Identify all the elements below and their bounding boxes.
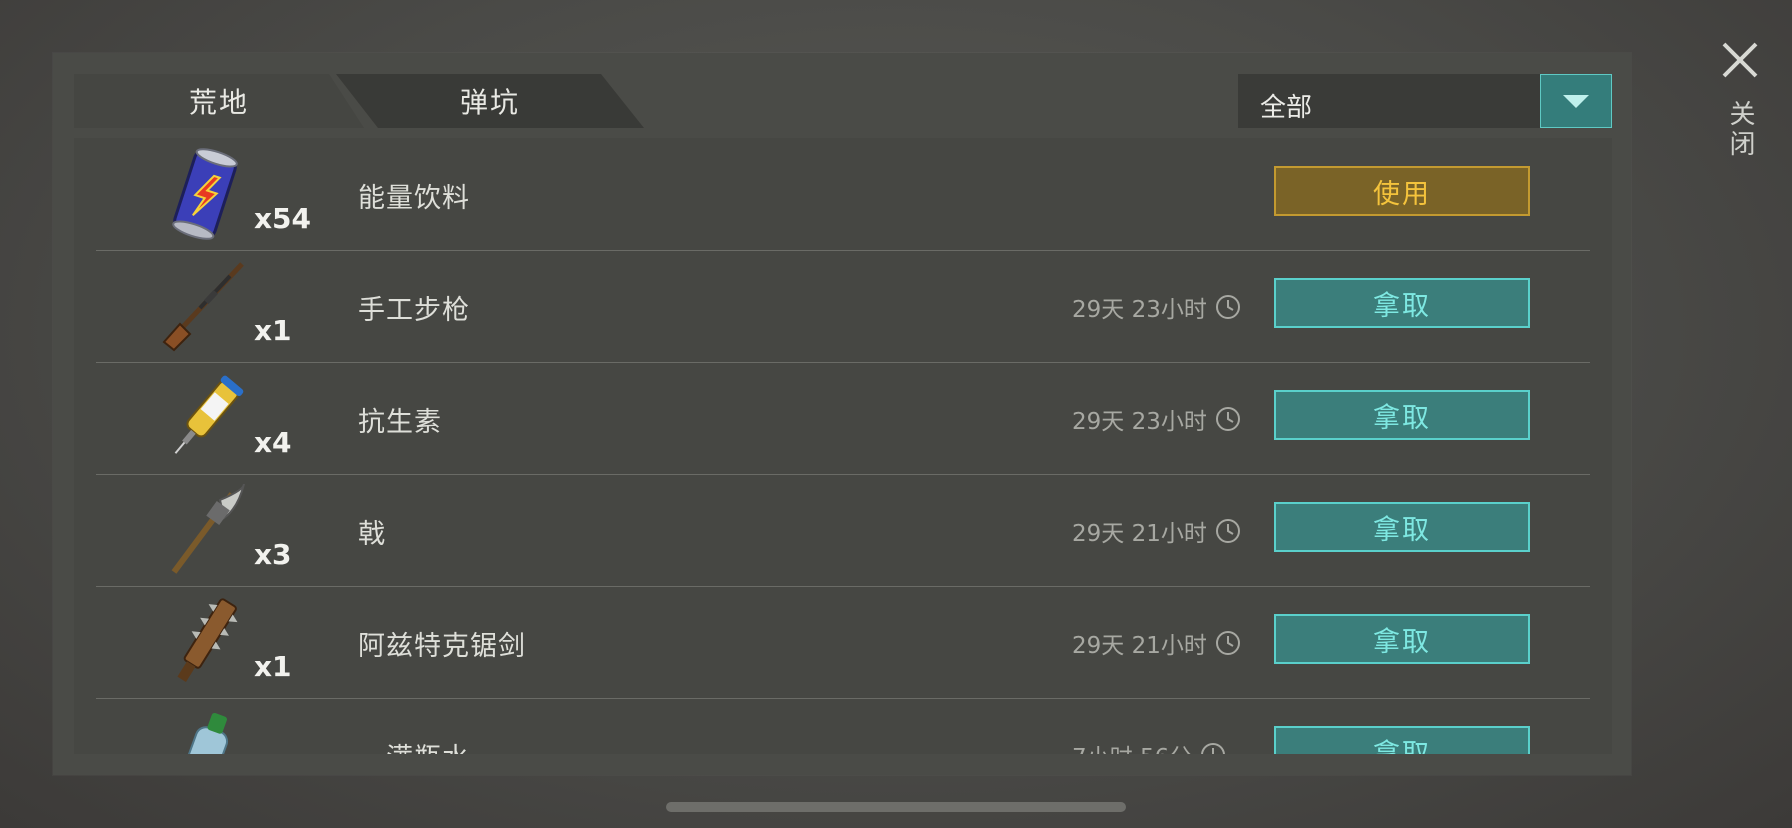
list-item: 一满瓶水 7小时 56分 拿取 xyxy=(96,698,1590,754)
item-name: 一满瓶水 xyxy=(358,736,470,754)
list-item: x1 阿兹特克锯剑 29天 21小时 拿取 xyxy=(96,586,1590,699)
timer-text: 29天 23小时 xyxy=(1072,409,1207,435)
item-name: 抗生素 xyxy=(358,407,442,438)
item-list[interactable]: x54 能量饮料 使用 x1 手工步枪 29天 23小时 拿取 x4 抗生素 2… xyxy=(74,138,1612,754)
home-indicator[interactable] xyxy=(666,802,1126,812)
item-name: 手工步枪 xyxy=(358,295,470,326)
timer-text: 29天 21小时 xyxy=(1072,521,1207,547)
item-quantity: x3 xyxy=(254,538,292,571)
expiry-timer: 29天 23小时 xyxy=(1072,290,1241,324)
tab-bar: 荒地 弹坑 xyxy=(74,74,644,128)
list-item: x3 戟 29天 21小时 拿取 xyxy=(96,474,1590,587)
expiry-timer: 29天 23小时 xyxy=(1072,402,1241,436)
halberd-icon xyxy=(171,484,245,574)
clock-icon xyxy=(1215,407,1240,431)
take-button[interactable]: 拿取 xyxy=(1274,502,1530,552)
item-quantity: x1 xyxy=(254,650,292,683)
clock-icon xyxy=(1215,295,1240,319)
timer-text: 29天 23小时 xyxy=(1072,297,1207,323)
item-quantity: x1 xyxy=(254,314,292,347)
expiry-timer: 29天 21小时 xyxy=(1072,514,1241,548)
item-name: 阿兹特克锯剑 xyxy=(358,631,526,662)
chevron-down-icon xyxy=(1563,95,1589,108)
expiry-timer: 29天 21小时 xyxy=(1072,626,1241,660)
item-name: 戟 xyxy=(358,519,386,550)
use-button[interactable]: 使用 xyxy=(1274,166,1530,216)
item-name: 能量饮料 xyxy=(358,183,470,214)
item-quantity: x4 xyxy=(254,426,292,459)
water-bottle-icon xyxy=(179,712,229,754)
filter-selected-value: 全部 xyxy=(1260,93,1313,123)
energy-drink-icon xyxy=(172,148,238,240)
aztec-saw-sword-icon xyxy=(177,598,238,682)
rifle-icon xyxy=(162,262,244,352)
expiry-timer: 7小时 56分 xyxy=(1072,738,1226,754)
dropdown-toggle-button[interactable] xyxy=(1540,74,1612,128)
clock-icon xyxy=(1215,631,1240,655)
list-item: x4 抗生素 29天 23小时 拿取 xyxy=(96,362,1590,475)
tab-crater[interactable]: 弹坑 xyxy=(336,74,644,128)
take-button[interactable]: 拿取 xyxy=(1274,726,1530,754)
clock-icon xyxy=(1215,519,1240,543)
take-button[interactable]: 拿取 xyxy=(1274,614,1530,664)
close-label[interactable]: 关闭 xyxy=(1722,100,1759,160)
item-quantity: x54 xyxy=(254,202,312,235)
tab-wasteland[interactable]: 荒地 xyxy=(74,74,364,128)
list-item: x1 手工步枪 29天 23小时 拿取 xyxy=(96,250,1590,363)
timer-text: 7小时 56分 xyxy=(1072,738,1192,754)
syringe-icon xyxy=(174,375,244,454)
timer-text: 29天 21小时 xyxy=(1072,633,1207,659)
clock-icon xyxy=(1201,743,1226,754)
take-button[interactable]: 拿取 xyxy=(1274,278,1530,328)
list-item: x54 能量饮料 使用 xyxy=(96,138,1590,251)
close-icon[interactable] xyxy=(1718,38,1762,82)
filter-dropdown[interactable]: 全部 xyxy=(1238,74,1612,128)
take-button[interactable]: 拿取 xyxy=(1274,390,1530,440)
